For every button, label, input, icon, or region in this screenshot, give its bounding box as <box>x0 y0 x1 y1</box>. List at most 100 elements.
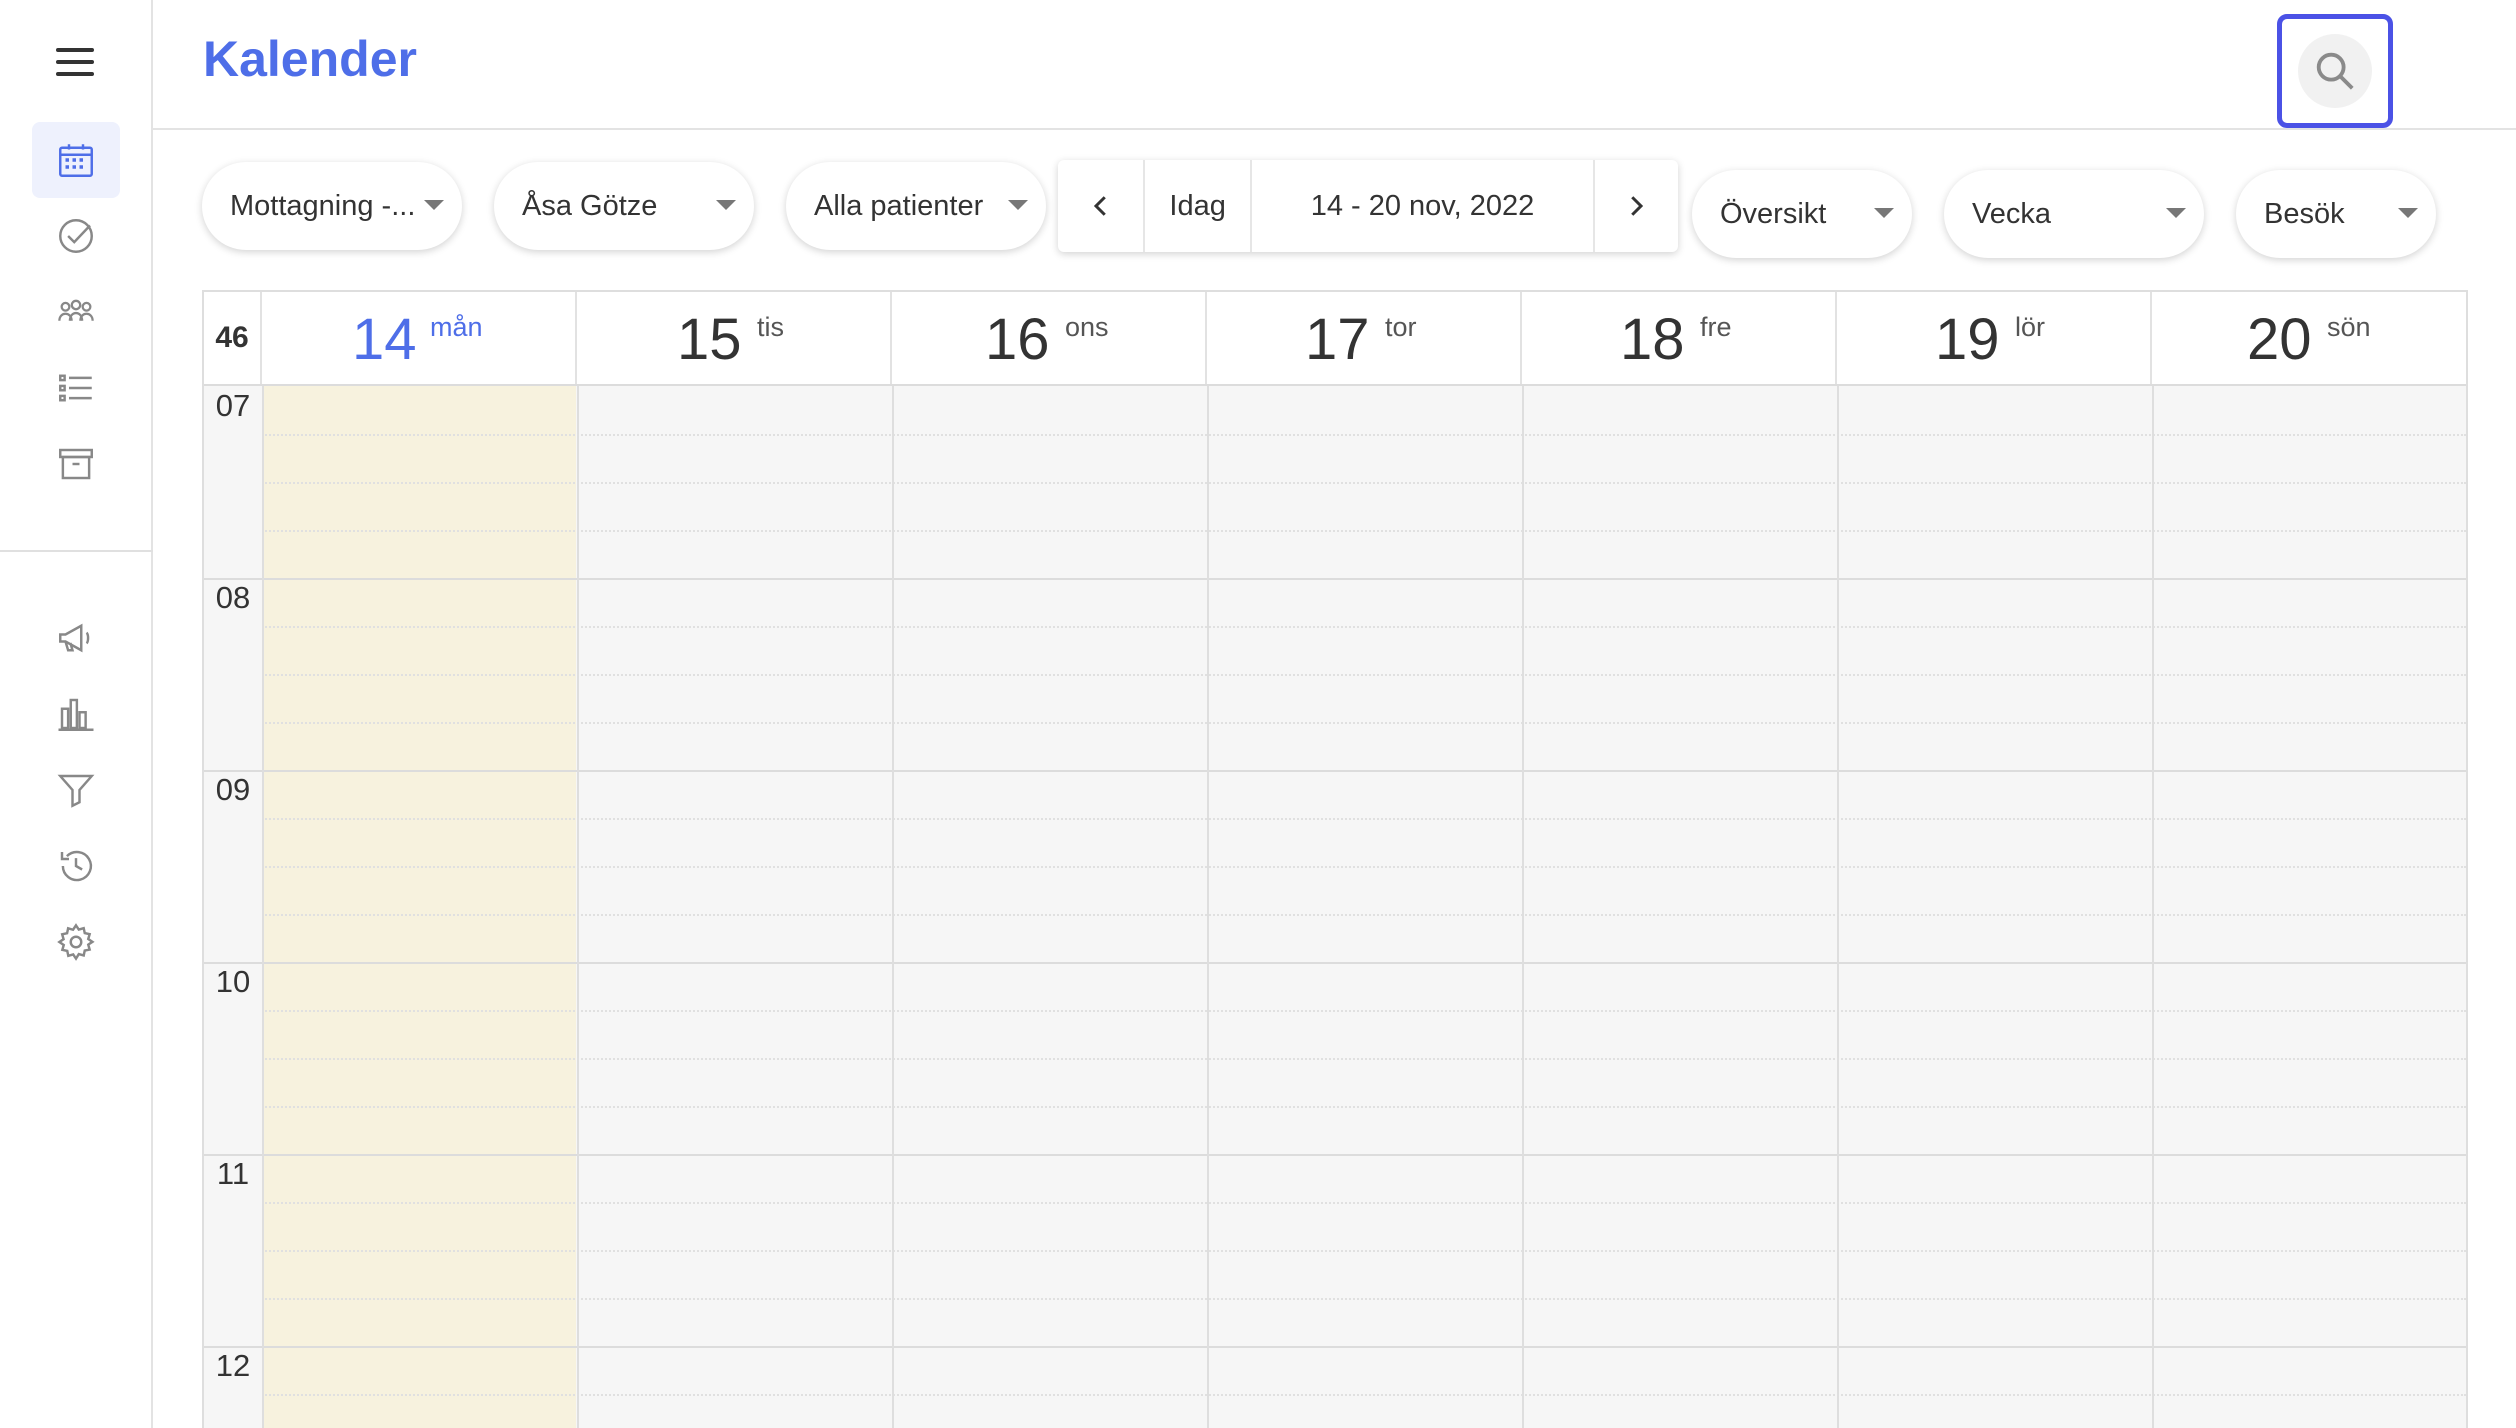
patients-select[interactable]: Alla patienter <box>786 162 1046 250</box>
chevron-down-icon <box>1008 200 1028 210</box>
day-weekday: fre <box>1700 312 1732 342</box>
hour-line <box>204 1346 2466 1348</box>
day-number: 16 <box>985 307 1050 372</box>
page-title: Kalender <box>203 31 417 87</box>
search-button-bg <box>2298 34 2372 108</box>
slot-line <box>262 482 2466 484</box>
day-column-divider <box>577 386 579 1428</box>
slot-line <box>262 530 2466 532</box>
hour-line <box>204 578 2466 580</box>
header: Kalender <box>153 0 2516 130</box>
chevron-right-icon <box>1631 196 1644 216</box>
hour-line <box>204 1154 2466 1156</box>
date-range-text: 14 - 20 nov, 2022 <box>1310 189 1535 222</box>
type-select[interactable]: Besök <box>2236 170 2436 258</box>
day-header-fri[interactable]: 18 fre <box>1522 292 1837 384</box>
clinic-select[interactable]: Mottagning -... <box>202 162 462 250</box>
hour-line <box>204 962 2466 964</box>
day-header-sun[interactable]: 20 sön <box>2152 292 2466 384</box>
today-button[interactable]: Idag <box>1145 160 1253 252</box>
slot-line <box>262 1250 2466 1252</box>
day-number: 19 <box>1935 307 2000 372</box>
period-select[interactable]: Vecka <box>1944 170 2204 258</box>
day-weekday: tis <box>757 312 784 342</box>
chevron-down-icon <box>716 200 736 210</box>
staff-select-label: Åsa Götze <box>522 189 658 222</box>
day-column-divider <box>262 386 264 1428</box>
date-navigator: Idag 14 - 20 nov, 2022 <box>1058 160 1678 252</box>
slot-line <box>262 914 2466 916</box>
hour-label: 12 <box>215 1348 251 1383</box>
view-mode-select[interactable]: Översikt <box>1692 170 1912 258</box>
type-select-label: Besök <box>2264 197 2345 230</box>
search-icon <box>2316 52 2354 90</box>
menu-icon[interactable] <box>56 46 96 78</box>
day-header-mon[interactable]: 14 mån <box>262 292 577 384</box>
list-icon <box>59 374 92 402</box>
people-icon <box>58 299 94 321</box>
hour-label: 11 <box>216 1156 250 1191</box>
slot-line <box>262 1058 2466 1060</box>
megaphone-icon <box>59 623 90 653</box>
today-button-label: Idag <box>1169 189 1226 222</box>
slot-line <box>262 1010 2466 1012</box>
nav-patients[interactable] <box>32 274 120 350</box>
date-range-label[interactable]: 14 - 20 nov, 2022 <box>1252 160 1595 252</box>
day-column-divider <box>1837 386 1839 1428</box>
view-mode-label: Översikt <box>1720 197 1827 230</box>
chevron-left-icon <box>1093 196 1106 216</box>
day-header-thu[interactable]: 17 tor <box>1207 292 1522 384</box>
calendar-grid[interactable]: 07 08 09 10 11 12 <box>204 386 2466 1428</box>
nav-list[interactable] <box>32 350 120 426</box>
hour-label: 09 <box>215 772 251 807</box>
day-column-divider <box>1207 386 1209 1428</box>
slot-line <box>262 866 2466 868</box>
hour-label: 10 <box>215 964 251 999</box>
clinic-select-label: Mottagning -... <box>230 189 416 222</box>
day-weekday: tor <box>1385 312 1417 342</box>
check-circle-icon <box>59 219 93 253</box>
week-calendar: 46 14 mån 15 tis 16 ons 17 tor 18 fre 19… <box>202 290 2468 1428</box>
slot-line <box>262 674 2466 676</box>
gear-icon <box>57 923 95 961</box>
day-number: 18 <box>1620 307 1685 372</box>
chevron-down-icon <box>2398 208 2418 218</box>
next-week-button[interactable] <box>1595 160 1678 252</box>
day-column-divider <box>1522 386 1524 1428</box>
nav-tasks[interactable] <box>32 198 120 274</box>
nav-settings[interactable] <box>32 904 120 980</box>
day-weekday: mån <box>430 312 483 342</box>
chevron-down-icon <box>2166 208 2186 218</box>
prev-week-button[interactable] <box>1058 160 1146 252</box>
slot-line <box>262 1298 2466 1300</box>
nav-calendar[interactable] <box>32 122 120 198</box>
history-icon <box>60 850 93 882</box>
archive-icon <box>59 448 93 480</box>
day-weekday: lör <box>2015 312 2046 342</box>
day-number: 15 <box>677 307 742 372</box>
day-header-wed[interactable]: 16 ons <box>892 292 1207 384</box>
chevron-down-icon <box>424 200 444 210</box>
hour-label: 08 <box>215 580 251 615</box>
slot-line <box>262 722 2466 724</box>
nav-archive[interactable] <box>32 426 120 502</box>
filter-icon <box>57 774 95 808</box>
staff-select[interactable]: Åsa Götze <box>494 162 754 250</box>
slot-line <box>262 626 2466 628</box>
nav-statistics[interactable] <box>32 676 120 752</box>
day-header-sat[interactable]: 19 lör <box>1837 292 2152 384</box>
calendar-header: 46 14 mån 15 tis 16 ons 17 tor 18 fre 19… <box>204 292 2466 386</box>
search-button[interactable] <box>2277 14 2393 128</box>
day-weekday: sön <box>2327 312 2371 342</box>
nav-history[interactable] <box>32 828 120 904</box>
nav-filter[interactable] <box>32 752 120 828</box>
day-number: 17 <box>1305 307 1370 372</box>
day-column-divider <box>892 386 894 1428</box>
chevron-down-icon <box>1874 208 1894 218</box>
hour-label: 07 <box>215 388 251 423</box>
hour-line <box>204 770 2466 772</box>
day-header-tue[interactable]: 15 tis <box>577 292 892 384</box>
nav-campaigns[interactable] <box>32 600 120 676</box>
patients-select-label: Alla patienter <box>814 189 984 222</box>
today-column <box>262 386 576 1428</box>
